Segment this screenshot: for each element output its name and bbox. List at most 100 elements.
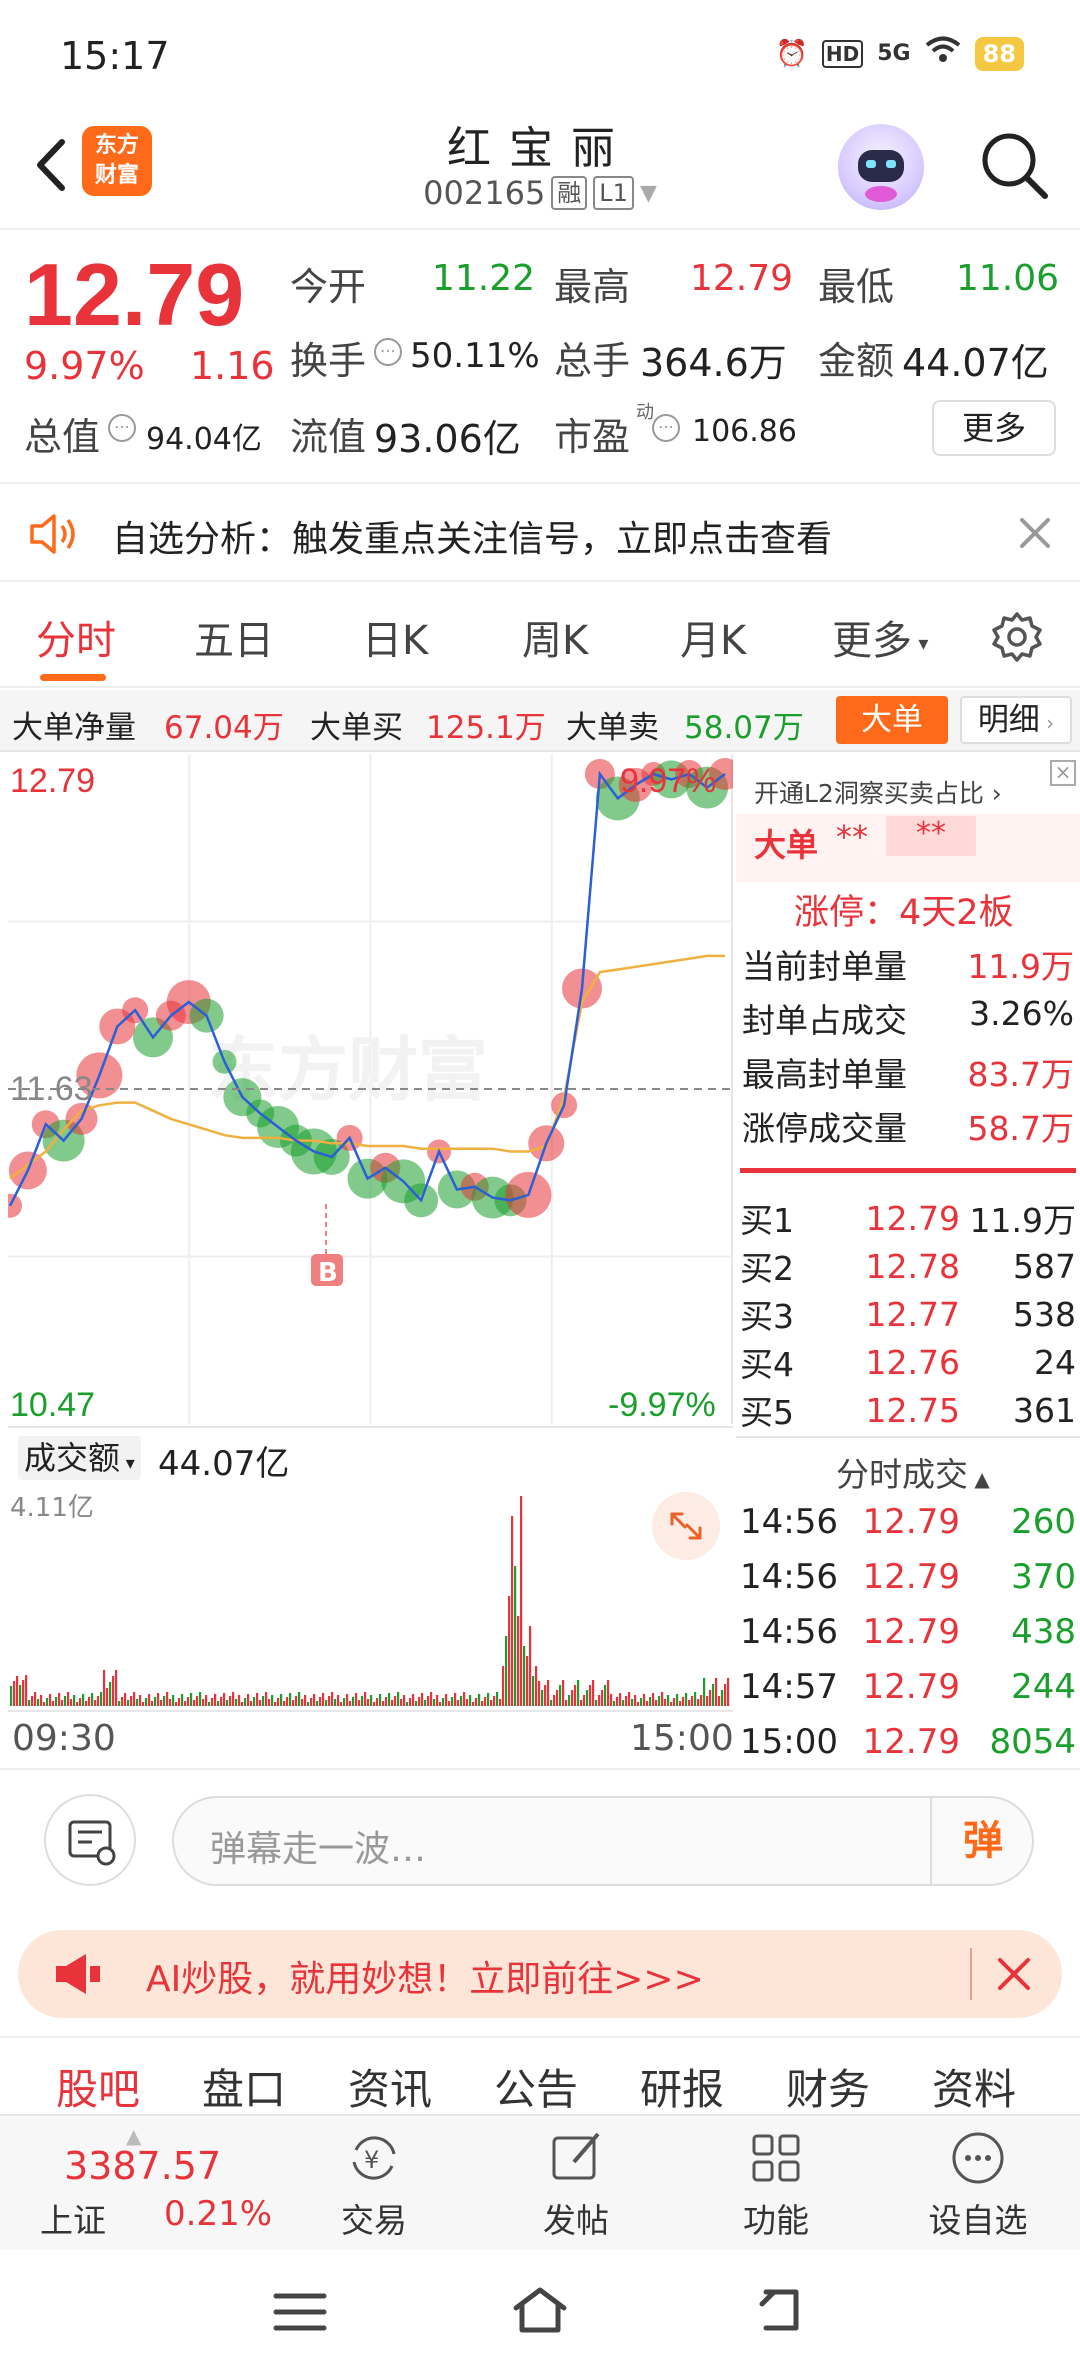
volume-bar: [214, 1694, 217, 1706]
back-nav-icon[interactable]: [752, 2286, 808, 2338]
volume-bar: [334, 1699, 337, 1706]
volume-bar: [58, 1693, 61, 1706]
volume-bar: [349, 1701, 352, 1706]
trade-icon: ¥: [352, 2136, 396, 2180]
volume-bar: [706, 1696, 709, 1706]
volume-bar: [187, 1697, 190, 1706]
tab-news[interactable]: 资讯: [348, 2056, 432, 2117]
status-bar: 15:17 ⏰ HD 5G 88: [0, 0, 1080, 110]
volume-bar: [235, 1699, 238, 1706]
volume-header: 成交额 ▾ 44.07亿: [8, 1426, 733, 1484]
volume-bar: [139, 1695, 142, 1706]
tab-profile[interactable]: 资料: [932, 2056, 1016, 2117]
nav-trade[interactable]: ¥ 交易: [314, 2126, 434, 2242]
volume-bar: [436, 1695, 439, 1706]
danmu-input[interactable]: 弹幕走一波… 弹: [172, 1796, 1034, 1886]
tab-research[interactable]: 研报: [640, 2056, 724, 2117]
volume-bar: [613, 1701, 616, 1706]
gear-icon[interactable]: [990, 610, 1044, 664]
volume-bar: [577, 1680, 580, 1706]
volume-bar: [250, 1701, 253, 1706]
signal-5g-icon: 5G: [877, 41, 911, 66]
tab-finance[interactable]: 财务: [786, 2056, 870, 2117]
ai-robot-avatar[interactable]: [838, 124, 924, 210]
nav-watchlist[interactable]: 设自选: [918, 2126, 1038, 2242]
search-icon[interactable]: [975, 126, 1055, 206]
volume-bar: [508, 1596, 511, 1706]
volume-bar: [61, 1700, 64, 1706]
ticks-title[interactable]: 分时成交 ▲: [836, 1448, 990, 1496]
close-icon[interactable]: [1010, 508, 1060, 558]
volume-bar: [496, 1692, 499, 1706]
volume-bar: [142, 1702, 145, 1706]
big-order-button[interactable]: 大单: [836, 696, 948, 744]
intraday-chart[interactable]: 东方财富 12.79 9.97% 11.63 10.47 -9.97% B: [8, 754, 733, 1424]
close-icon[interactable]: ×: [1050, 760, 1076, 786]
volume-bar: [526, 1656, 529, 1706]
tab-more[interactable]: 更多 ▾: [832, 608, 928, 666]
info-icon[interactable]: ⋯: [108, 414, 136, 442]
volume-bar: [64, 1696, 67, 1706]
volume-value: 364.6万: [640, 341, 787, 385]
home-icon[interactable]: [510, 2284, 570, 2340]
banner-text: 自选分析：触发重点关注信号，立即点击查看: [112, 519, 833, 560]
tab-day-k[interactable]: 日K: [362, 608, 428, 666]
volume-type-select[interactable]: 成交额 ▾: [18, 1436, 141, 1480]
volume-bar: [88, 1697, 91, 1706]
danmu-settings-icon[interactable]: [44, 1794, 136, 1886]
danmu-send-button[interactable]: 弹: [930, 1798, 1034, 1884]
close-icon[interactable]: [988, 1948, 1040, 2004]
info-icon[interactable]: ⋯: [374, 338, 402, 366]
index-ticker[interactable]: ▲ 3387.57 上证 0.21%: [0, 2116, 290, 2252]
volume-bar: [148, 1694, 151, 1706]
volume-bar: [454, 1693, 457, 1706]
tab-week-k[interactable]: 周K: [522, 608, 588, 666]
volume-bar: [559, 1685, 562, 1706]
volume-bar: [442, 1698, 445, 1706]
volume-bar: [346, 1694, 349, 1706]
tab-guba[interactable]: 股吧: [56, 2056, 140, 2117]
index-name: 上证: [40, 2201, 106, 2240]
analysis-banner[interactable]: 自选分析：触发重点关注信号，立即点击查看: [0, 482, 1080, 582]
menu-icon[interactable]: [272, 2290, 328, 2338]
tick-row: 14:56 12.79 260: [740, 1501, 1076, 1542]
l2-link[interactable]: 开通L2洞察买卖占比 ›: [754, 774, 1002, 810]
detail-button[interactable]: 明细 ›: [960, 696, 1072, 744]
tab-month-k[interactable]: 月K: [680, 608, 746, 666]
volume-bar: [397, 1692, 400, 1706]
volume-chart[interactable]: 4.11亿: [8, 1486, 733, 1708]
more-button[interactable]: 更多: [932, 400, 1056, 456]
volume-bar: [184, 1701, 187, 1706]
bid-row: 买1 12.79 11.9万: [740, 1198, 1076, 1241]
grid-icon: [752, 2134, 800, 2182]
open-label: 今开: [290, 265, 367, 309]
tab-five-day[interactable]: 五日: [194, 608, 274, 666]
volume-bar: [208, 1702, 211, 1706]
volume-bar: [319, 1697, 322, 1706]
tab-pankou[interactable]: 盘口: [202, 2056, 286, 2117]
volume-bar: [211, 1698, 214, 1706]
volume-bar: [16, 1676, 19, 1706]
volume-bar: [514, 1566, 517, 1706]
ai-ad-banner[interactable]: AI炒股，就用妙想！立即前往>>>: [18, 1930, 1062, 2018]
nav-post[interactable]: 发帖: [516, 2126, 636, 2242]
volume-bar: [721, 1690, 724, 1706]
low-label: 最低: [818, 265, 895, 309]
volume-bar: [355, 1693, 358, 1706]
volume-bar: [478, 1694, 481, 1706]
tab-intraday[interactable]: 分时: [36, 608, 116, 666]
y-bottom-pct: -9.97%: [608, 1386, 716, 1424]
volume-bar: [367, 1699, 370, 1706]
big-order-bar: 大单净量 67.04万 大单买 125.1万 大单卖 58.07万 大单 明细 …: [0, 690, 1080, 752]
info-icon[interactable]: ⋯: [652, 414, 680, 442]
app-header: 东方 财富 红宝丽 002165 融 L1 ▼: [0, 110, 1080, 230]
intraday-chart-svg: 东方财富 12.79 9.97% 11.63 10.47 -9.97% B: [8, 754, 733, 1424]
volume-bar: [109, 1682, 112, 1706]
big-mask-2: **: [886, 816, 976, 856]
status-time: 15:17: [60, 34, 170, 78]
volume-bar: [466, 1699, 469, 1706]
volume-bar: [628, 1692, 631, 1706]
nav-function[interactable]: 功能: [716, 2126, 836, 2242]
caret-down-icon: ▼: [639, 180, 657, 206]
tab-announcement[interactable]: 公告: [494, 2056, 578, 2117]
